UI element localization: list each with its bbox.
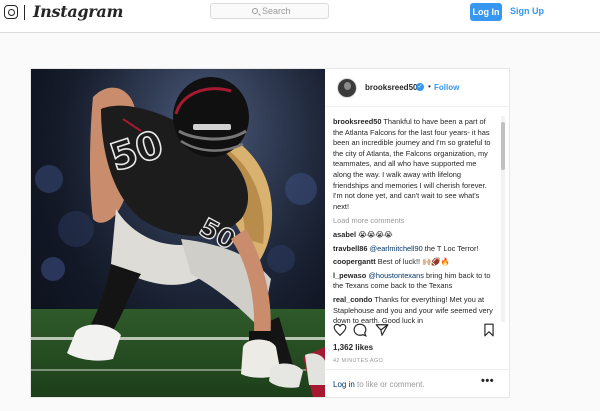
comment-item: l_pewaso @houstontexans bring him back t… [333,271,493,292]
comment-mention[interactable]: @earlmitchell90 [370,244,423,253]
login-prompt-text: to like or comment. [354,380,425,389]
caption-text: Thankful to have been a part of the Atla… [333,117,491,211]
load-more-comments[interactable]: Load more comments [333,216,503,227]
comment-username[interactable]: real_condo [333,295,372,304]
post-timestamp: 42 MINUTES AGO [333,358,384,364]
top-nav-bar: Instagram Search Log In Sign Up [0,0,600,33]
comments-list[interactable]: brooksreed50 Thankful to have been a par… [333,117,503,331]
comment-icon[interactable] [353,323,367,337]
login-prompt: Log in to like or comment. [333,380,425,389]
search-placeholder: Search [262,6,291,16]
comment-item: asabel 😭😭😭😭 [333,230,493,241]
heart-icon[interactable] [333,323,347,337]
comment-item: travbell86 @earlmitchell90 the T Loc Ter… [333,244,493,255]
comments-scrollbar-thumb[interactable] [501,122,505,170]
login-link[interactable]: Log in [333,380,355,389]
divider [325,369,510,370]
comment-username[interactable]: l_pewaso [333,271,366,280]
bookmark-icon[interactable] [482,323,496,337]
instagram-camera-icon[interactable] [4,5,18,19]
logo-divider [24,5,25,20]
post-username[interactable]: brooksreed50 [365,83,417,92]
comment-username[interactable]: coopergantt [333,257,376,266]
football-player-illustration: 50 50 [31,69,325,397]
comment-text: 😭😭😭😭 [358,229,393,239]
comment-item: coopergantt Best of luck!! 🙌🏼🏈🔥 [333,257,493,268]
comment-username[interactable]: travbell86 [333,244,368,253]
post-photo[interactable]: 50 50 [31,69,325,397]
post-caption: brooksreed50 Thankful to have been a par… [333,117,491,212]
search-icon [252,8,258,14]
post-header: brooksreed50 ✓ • Follow [325,69,510,107]
follow-button[interactable]: Follow [434,83,459,92]
verified-badge-icon: ✓ [416,83,424,91]
likes-count[interactable]: 1,362 likes [333,343,373,352]
instagram-wordmark[interactable]: Instagram [33,2,123,21]
post-details-panel: brooksreed50 ✓ • Follow brooksreed50 Tha… [325,69,510,397]
login-button[interactable]: Log In [470,3,502,21]
separator-dot: • [428,82,431,91]
post-card: 50 50 brooksreed50 ✓ • Follow brooksreed… [30,68,510,398]
search-input[interactable]: Search [210,3,329,19]
avatar[interactable] [337,78,357,98]
share-icon[interactable] [375,323,389,337]
caption-username[interactable]: brooksreed50 [333,117,381,126]
comment-item: real_condo Thanks for everything! Met yo… [333,295,493,327]
more-options-icon[interactable]: ••• [481,375,494,387]
comment-username[interactable]: asabel [333,230,356,239]
signup-link[interactable]: Sign Up [510,6,544,16]
comment-mention[interactable]: @houstontexans [368,271,424,280]
comment-text: the T Loc Terror! [422,243,479,253]
comment-text: Best of luck!! 🙌🏼🏈🔥 [377,257,450,267]
